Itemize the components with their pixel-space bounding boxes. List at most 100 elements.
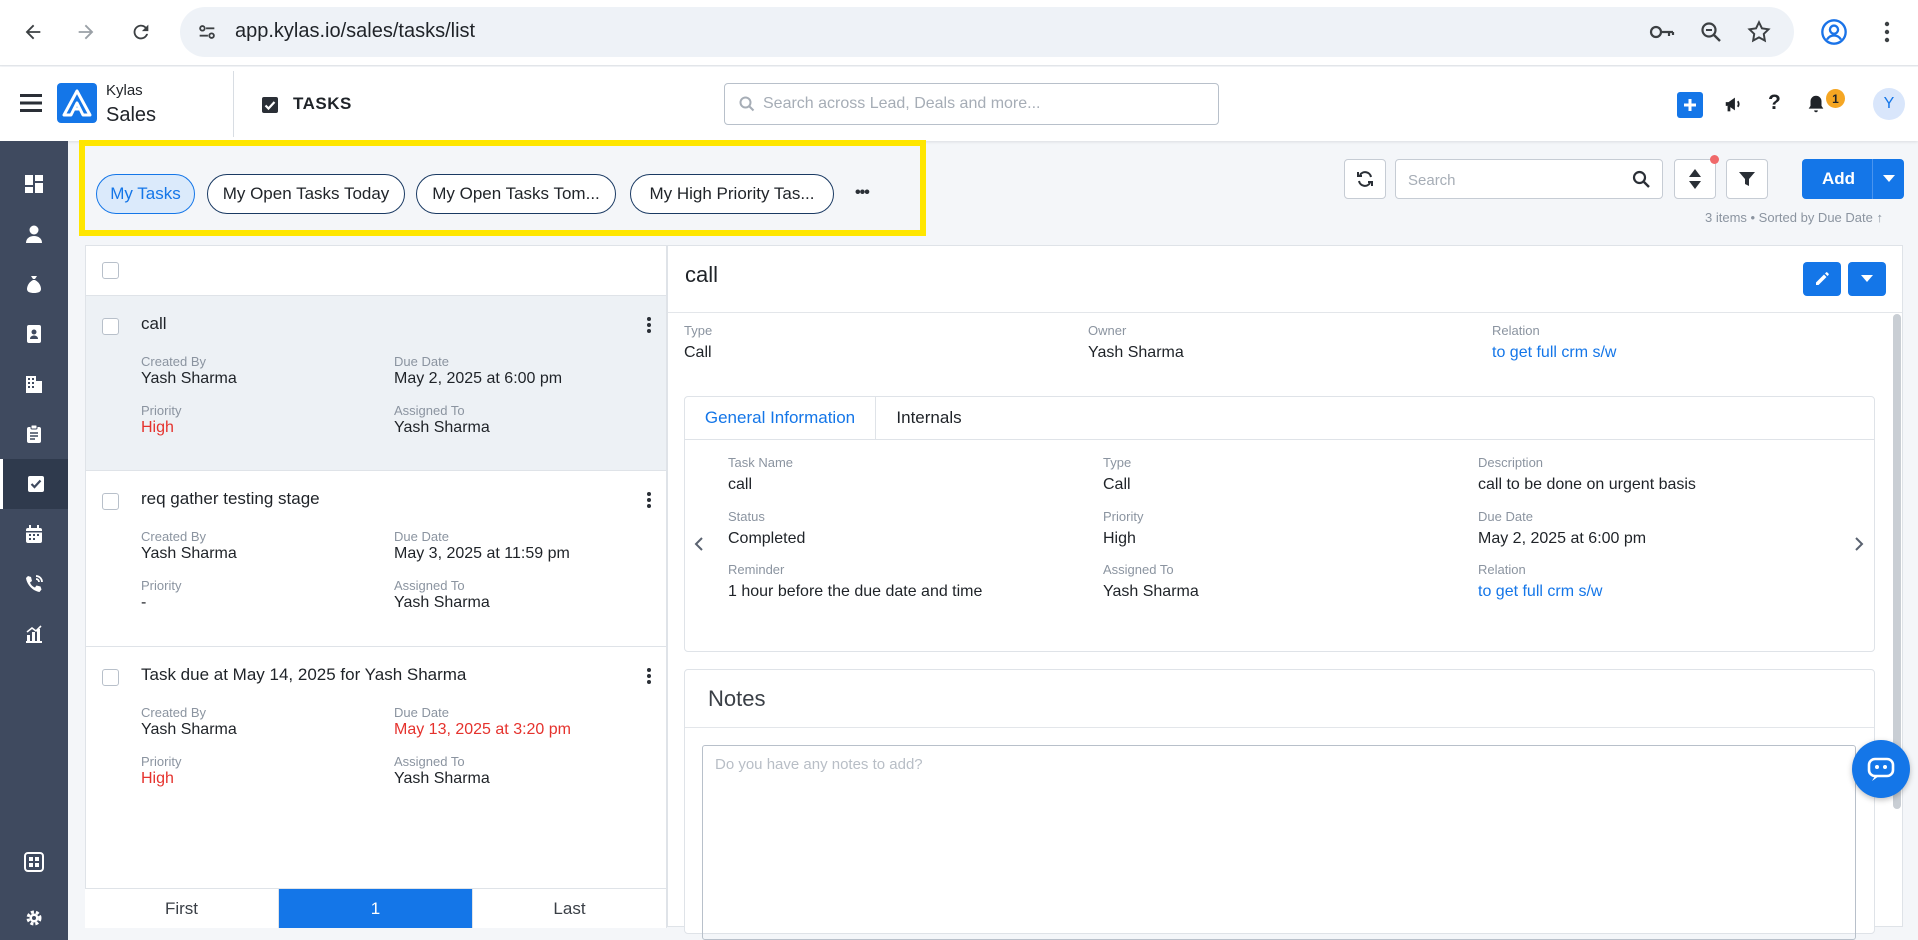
view-pill-high-priority[interactable]: My High Priority Tas... (630, 174, 834, 214)
task-card[interactable]: Task due at May 14, 2025 for Yash Sharma… (86, 646, 666, 821)
hamburger-menu-icon[interactable] (20, 93, 42, 118)
refresh-button[interactable] (1344, 159, 1386, 199)
kylas-logo-icon[interactable] (57, 83, 97, 123)
add-button[interactable]: Add (1802, 159, 1904, 199)
task-checkbox[interactable] (102, 318, 119, 335)
sidebar-item-settings[interactable] (0, 893, 68, 940)
reminder-label: Reminder (728, 562, 785, 577)
tab-general-information[interactable]: General Information (685, 397, 876, 439)
notification-bell-icon[interactable] (1805, 93, 1827, 120)
view-pill-open-tomorrow[interactable]: My Open Tasks Tom... (416, 174, 616, 214)
status-label: Status (728, 509, 765, 524)
filter-button[interactable] (1726, 159, 1768, 199)
relation-link[interactable]: to get full crm s/w (1478, 583, 1602, 601)
priority-label: Priority (141, 754, 182, 769)
person-icon (26, 225, 42, 243)
sort-button[interactable] (1674, 159, 1716, 199)
browser-menu-icon[interactable] (1880, 20, 1894, 49)
sidebar-item-quotes[interactable] (0, 409, 68, 459)
tab-internals[interactable]: Internals (876, 397, 982, 439)
kebab-menu-icon[interactable] (646, 316, 652, 334)
sidebar-item-deals[interactable] (0, 259, 68, 309)
kebab-menu-icon[interactable] (646, 667, 652, 685)
task-name-label: Task Name (728, 455, 794, 470)
back-icon[interactable] (13, 12, 53, 52)
sidebar-item-contacts[interactable] (0, 309, 68, 359)
module-title: TASKS (293, 94, 352, 113)
task-checkbox[interactable] (102, 493, 119, 510)
description-value: call to be done on urgent basis (1478, 476, 1696, 493)
summary-relation-link[interactable]: to get full crm s/w (1492, 344, 1616, 362)
sidebar-item-companies[interactable] (0, 359, 68, 409)
notes-title: Notes (708, 686, 766, 711)
help-icon[interactable]: ? (1768, 91, 1781, 115)
refresh-icon (1357, 171, 1373, 187)
sidebar-item-calls[interactable] (0, 559, 68, 609)
contact-card-icon (27, 325, 41, 343)
list-search[interactable] (1395, 159, 1663, 199)
search-icon[interactable] (1632, 170, 1650, 193)
global-search[interactable] (724, 83, 1219, 125)
type-label: Type (1103, 455, 1132, 470)
user-avatar[interactable]: Y (1873, 88, 1905, 120)
pager-current-page[interactable]: 1 (279, 889, 473, 928)
announcement-megaphone-icon[interactable] (1723, 93, 1745, 120)
task-card[interactable]: call Created By Yash Sharma Due Date May… (86, 295, 666, 470)
chevron-down-icon (1883, 175, 1895, 182)
notes-textarea[interactable] (703, 746, 1855, 939)
due-date-value: May 3, 2025 at 11:59 pm (394, 545, 570, 562)
chevron-left-icon[interactable] (694, 536, 704, 552)
task-title[interactable]: req gather testing stage (141, 489, 320, 509)
notes-textarea-wrap[interactable] (702, 745, 1856, 940)
sidebar-item-leads[interactable] (0, 209, 68, 259)
detail-scrollbar[interactable] (1893, 314, 1901, 809)
task-card[interactable]: req gather testing stage Created By Yash… (86, 470, 666, 645)
chevron-right-icon[interactable] (1854, 536, 1864, 552)
site-settings-icon[interactable] (196, 21, 218, 48)
list-search-input[interactable] (1408, 169, 1618, 191)
sidebar-item-tasks[interactable] (0, 459, 68, 509)
pager-first-button[interactable]: First (85, 889, 279, 928)
pagination: First 1 Last (85, 888, 667, 928)
search-icon (739, 96, 755, 117)
password-key-icon[interactable] (1648, 20, 1676, 49)
task-title[interactable]: call (141, 314, 167, 334)
view-pill-my-tasks[interactable]: My Tasks (96, 174, 195, 214)
relation-label: Relation (1478, 562, 1526, 577)
reload-icon[interactable] (121, 12, 161, 52)
task-name-value: call (728, 476, 753, 493)
bookmark-star-icon[interactable] (1746, 19, 1772, 50)
view-pill-open-today[interactable]: My Open Tasks Today (207, 174, 405, 214)
task-title[interactable]: Task due at May 14, 2025 for Yash Sharma (141, 665, 466, 685)
more-actions-button[interactable] (1848, 262, 1886, 296)
due-date-label: Due Date (1478, 509, 1533, 524)
assigned-to-label: Assigned To (1103, 562, 1174, 577)
url-text[interactable]: app.kylas.io/sales/tasks/list (235, 20, 475, 43)
global-search-input[interactable] (763, 92, 1203, 116)
more-views-icon[interactable]: ••• (855, 184, 870, 202)
detail-divider (668, 312, 1902, 313)
gear-icon (26, 910, 42, 926)
priority-value: High (1103, 530, 1136, 547)
summary-owner-value: Yash Sharma (1088, 344, 1184, 361)
sidebar-item-reports[interactable] (0, 609, 68, 659)
select-all-checkbox[interactable] (102, 262, 119, 279)
chatbot-button[interactable] (1852, 740, 1910, 798)
sidebar-item-calendar[interactable] (0, 509, 68, 559)
sidebar-item-dashboard[interactable] (0, 159, 68, 209)
sidebar-item-apps[interactable] (0, 837, 68, 887)
forward-icon[interactable] (66, 12, 106, 52)
profile-icon[interactable] (1820, 18, 1848, 51)
due-date-value: May 13, 2025 at 3:20 pm (394, 721, 571, 738)
pager-last-button[interactable]: Last (473, 889, 667, 928)
priority-label: Priority (1103, 509, 1144, 524)
pencil-icon (1816, 272, 1829, 285)
task-checkbox[interactable] (102, 669, 119, 686)
kebab-menu-icon[interactable] (646, 491, 652, 509)
brand-product: Sales (106, 104, 157, 126)
quick-add-icon[interactable] (1677, 92, 1703, 118)
assigned-to-value: Yash Sharma (394, 594, 490, 611)
zoom-icon[interactable] (1699, 20, 1723, 49)
priority-value: High (141, 419, 174, 436)
edit-button[interactable] (1803, 262, 1841, 296)
